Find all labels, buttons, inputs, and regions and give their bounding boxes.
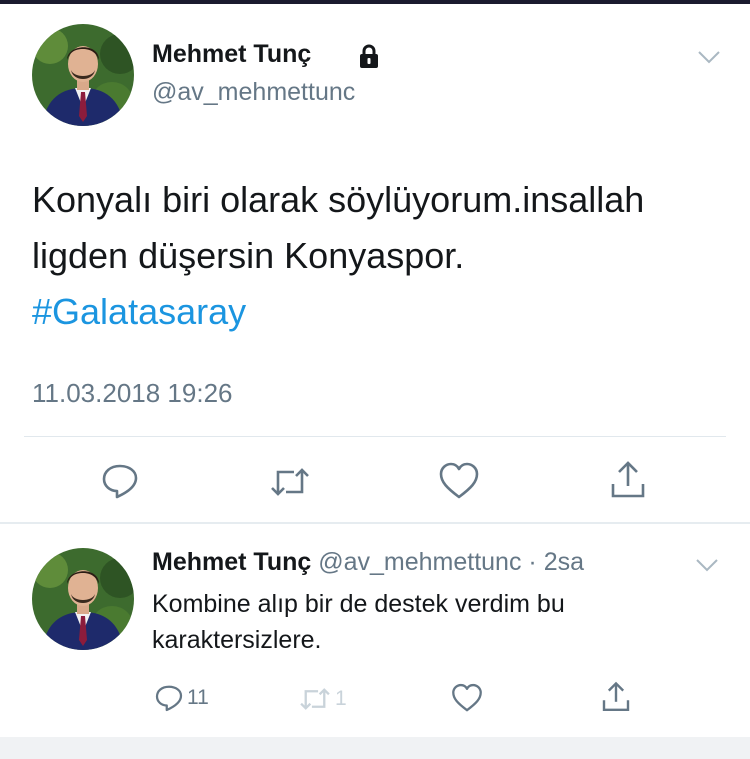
- tweet-time[interactable]: 2sa: [544, 548, 584, 576]
- like-button[interactable]: [438, 462, 480, 500]
- share-icon: [602, 681, 630, 711]
- lock-icon: [356, 43, 382, 74]
- retweet-button[interactable]: [268, 464, 312, 500]
- tweet-text-line: ligden düşersin Konyaspor.: [32, 235, 465, 276]
- retweet-icon: [300, 688, 330, 710]
- author-name[interactable]: Mehmet Tunç: [152, 40, 311, 69]
- reply-button[interactable]: 11: [154, 683, 209, 713]
- like-icon: [452, 683, 482, 712]
- tweet-text: Kombine alıp bir de destek verdim bu kar…: [152, 586, 712, 658]
- chevron-down-icon[interactable]: [696, 48, 722, 71]
- divider: [24, 436, 726, 437]
- author-handle[interactable]: @av_mehmettunc: [318, 548, 521, 576]
- retweet-count: 1: [335, 687, 347, 710]
- avatar[interactable]: [32, 24, 134, 126]
- divider: [0, 522, 750, 524]
- top-bar: [0, 0, 750, 4]
- meta-separator: ·: [528, 548, 537, 576]
- hashtag-link[interactable]: #Galatasaray: [32, 284, 732, 340]
- feed-separator: [0, 737, 750, 759]
- like-button[interactable]: [451, 683, 483, 713]
- reply-icon: [155, 685, 183, 712]
- author-name[interactable]: Mehmet Tunç: [152, 548, 311, 576]
- avatar[interactable]: [32, 548, 134, 650]
- share-button[interactable]: [600, 681, 632, 713]
- reply-header: Mehmet Tunç @av_mehmettunc · 2sa: [152, 548, 584, 577]
- tweet-text-line: karaktersizlere.: [152, 626, 322, 654]
- retweet-button[interactable]: 1: [298, 685, 347, 713]
- chevron-down-icon[interactable]: [694, 556, 720, 579]
- reply-icon: [102, 464, 138, 499]
- like-icon: [439, 462, 479, 499]
- author-handle[interactable]: @av_mehmettunc: [152, 78, 355, 107]
- tweet-text-line: Kombine alıp bir de destek verdim bu: [152, 590, 565, 618]
- retweet-icon: [271, 468, 309, 496]
- tweet-text: Konyalı biri olarak söylüyorum.insallah …: [32, 172, 732, 340]
- share-icon: [611, 461, 645, 498]
- reply-button[interactable]: [100, 462, 140, 500]
- tweet-text-line: Konyalı biri olarak söylüyorum.insallah: [32, 179, 645, 220]
- share-button[interactable]: [608, 460, 648, 500]
- tweet-timestamp[interactable]: 11.03.2018 19:26: [32, 378, 232, 409]
- reply-count: 11: [187, 686, 209, 709]
